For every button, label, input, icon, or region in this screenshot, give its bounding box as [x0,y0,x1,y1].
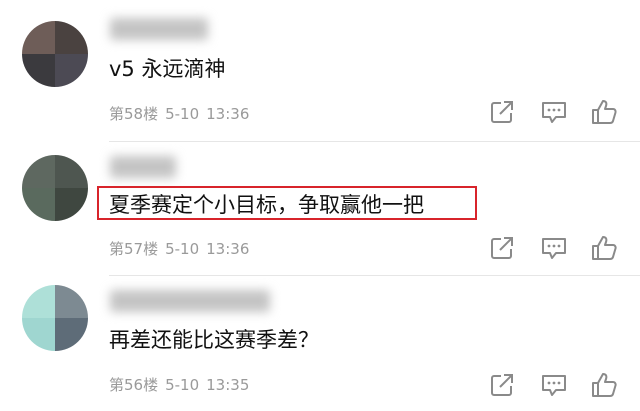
reply-button[interactable] [540,371,568,399]
comment-text: v5 永远滴神 [109,57,226,81]
comment-meta: 第57楼 5-10 13:36 [109,239,256,259]
comment-icon [542,102,566,123]
username-blurred[interactable] [110,156,176,178]
reply-button[interactable] [540,98,568,126]
comment-actions [488,98,620,128]
username-blurred[interactable] [110,18,208,40]
username-blurred[interactable] [110,290,270,312]
like-button[interactable] [590,98,618,126]
avatar-pixel [22,155,55,188]
avatar-pixel [22,285,55,318]
thumbs-up-icon [592,100,617,124]
floor-number: 第58楼 [109,105,159,123]
thumbs-up-icon [592,236,617,260]
comment-item: 再差还能比这赛季差？ 第56楼 5-10 13:35 [0,276,640,411]
comment-date: 5-10 [165,240,200,258]
avatar-pixel [22,318,55,351]
share-button[interactable] [488,98,516,126]
avatar-pixel [22,21,55,54]
comment-time: 13:36 [206,240,250,258]
comment-date: 5-10 [165,105,200,123]
avatar-pixel [55,318,88,351]
floor-number: 第57楼 [109,240,159,258]
floor-number: 第56楼 [109,376,159,394]
like-button[interactable] [590,371,618,399]
comment-text: 再差还能比这赛季差？ [109,328,319,352]
thumbs-up-icon [592,373,617,397]
comment-feed: v5 永远滴神 第58楼 5-10 13:36 夏季赛定个小目标，争取赢他一把 … [0,0,640,411]
comment-time: 13:36 [206,105,250,123]
reply-button[interactable] [540,234,568,262]
comment-item: 夏季赛定个小目标，争取赢他一把 第57楼 5-10 13:36 [0,142,640,276]
comment-actions [488,371,620,401]
comment-time: 13:35 [206,376,250,394]
share-icon [491,101,513,123]
comment-meta: 第58楼 5-10 13:36 [109,104,256,124]
avatar[interactable] [22,155,88,221]
comment-text: 夏季赛定个小目标，争取赢他一把 [109,193,424,217]
share-icon [491,374,513,396]
avatar-pixel [22,54,55,87]
avatar[interactable] [22,285,88,351]
avatar-pixel [55,21,88,54]
avatar-pixel [55,155,88,188]
share-button[interactable] [488,234,516,262]
avatar-pixel [22,188,55,221]
avatar-pixel [55,188,88,221]
avatar-pixel [55,54,88,87]
share-icon [491,237,513,259]
comment-actions [488,234,620,264]
comment-item: v5 永远滴神 第58楼 5-10 13:36 [0,0,640,142]
comment-icon [542,238,566,259]
comment-meta: 第56楼 5-10 13:35 [109,375,256,395]
avatar[interactable] [22,21,88,87]
like-button[interactable] [590,234,618,262]
comment-date: 5-10 [165,376,200,394]
avatar-pixel [55,285,88,318]
comment-icon [542,375,566,396]
share-button[interactable] [488,371,516,399]
